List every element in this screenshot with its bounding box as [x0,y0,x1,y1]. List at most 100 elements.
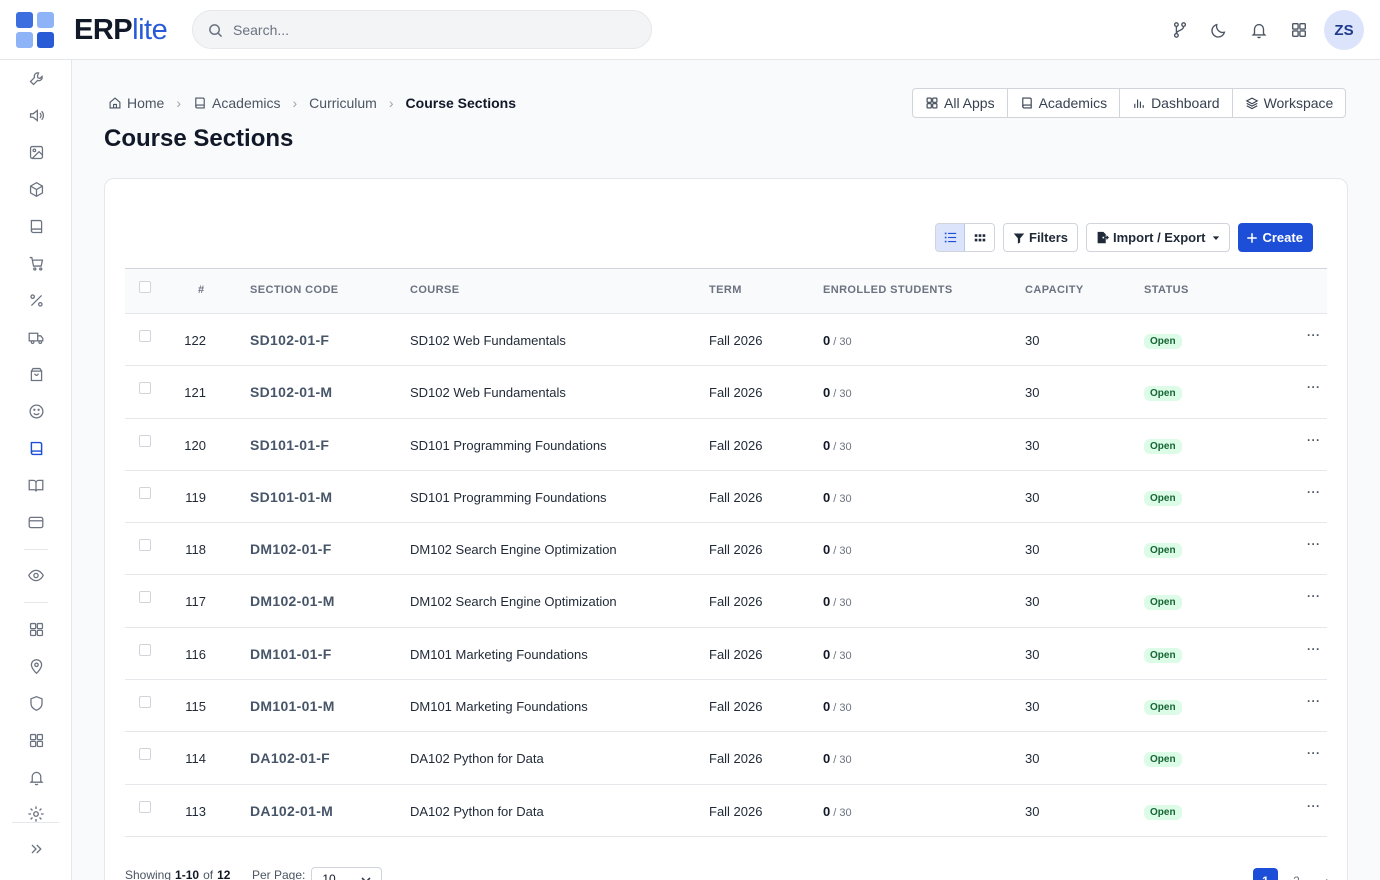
row-actions-button[interactable]: ··· [1307,642,1321,656]
create-button[interactable]: Create [1238,223,1313,252]
row-checkbox[interactable] [139,486,151,499]
row-checkbox[interactable] [139,800,151,813]
row-checkbox[interactable] [139,539,151,552]
eye-icon[interactable] [26,565,46,585]
grid-icon[interactable] [1288,19,1310,41]
column-header-enrolled-students[interactable]: ENROLLED STUDENTS [823,284,953,296]
row-actions-button[interactable]: ··· [1307,694,1321,708]
row-actions-button[interactable]: ··· [1307,380,1321,394]
section-code-link[interactable]: DM102-01-M [250,593,335,609]
book-open-icon[interactable] [26,475,46,495]
git-branch-icon[interactable] [1169,19,1191,41]
showing-total: 12 [217,868,231,880]
section-code-link[interactable]: DM101-01-F [250,646,332,662]
row-actions-button[interactable]: ··· [1307,433,1321,447]
search-input[interactable] [233,20,633,40]
row-actions-button[interactable]: ··· [1307,746,1321,760]
apps-2-icon[interactable] [26,730,46,750]
page-2-button[interactable]: 2 [1284,868,1309,880]
column-header-term[interactable]: TERM [709,284,742,296]
location-pin-icon[interactable] [26,656,46,676]
brand-name[interactable]: ERPlite [74,14,168,47]
section-code-link[interactable]: SD102-01-M [250,384,332,400]
column-header-capacity[interactable]: CAPACITY [1025,284,1084,296]
row-checkbox[interactable] [139,591,151,604]
table-row[interactable]: 117 DM102-01-M DM102 Search Engine Optimiz… [125,575,1327,628]
section-code-link[interactable]: DM102-01-F [250,541,332,557]
row-actions-button[interactable]: ··· [1307,328,1321,342]
grid-view-button[interactable] [965,224,994,251]
section-code-link[interactable]: DA102-01-M [250,803,333,819]
next-page-button[interactable]: › [1315,868,1340,880]
list-view-button[interactable] [936,224,965,251]
bell-icon[interactable] [26,767,46,787]
column-header-id[interactable]: # [198,284,205,296]
table-row[interactable]: 120 SD101-01-F SD101 Programming Foundatio… [125,418,1327,471]
table-row[interactable]: 118 DM102-01-F DM102 Search Engine Optimiz… [125,523,1327,576]
image-icon[interactable] [26,142,46,162]
row-actions-button[interactable]: ··· [1307,799,1321,813]
table-row[interactable]: 113 DA102-01-M DA102 Python for Data Fall 2… [125,784,1327,837]
table-row[interactable]: 122 SD102-01-F SD102 Web Fundamentals Fall … [125,314,1327,367]
page-1-button[interactable]: 1 [1253,868,1278,880]
bell-icon[interactable] [1248,19,1270,41]
section-code-link[interactable]: DA102-01-F [250,750,330,766]
search-box[interactable] [192,10,652,49]
section-code-link[interactable]: SD101-01-F [250,437,329,453]
book-icon[interactable] [26,216,46,236]
logo-icon[interactable] [16,12,54,48]
row-actions-button[interactable]: ··· [1307,537,1321,551]
table-row[interactable]: 115 DM101-01-M DM101 Marketing Foundations… [125,680,1327,733]
apps-icon[interactable] [26,619,46,639]
chevrons-right-icon[interactable] [26,839,46,859]
book-active-icon[interactable] [26,438,46,458]
credit-card-icon[interactable] [26,512,46,532]
shield-icon[interactable] [26,693,46,713]
per-page-select[interactable]: 10 [311,867,383,880]
course-name: DM102 Search Engine Optimization [410,542,617,558]
breadcrumb-academics[interactable]: Academics [193,95,281,111]
moon-icon[interactable] [1208,19,1230,41]
megaphone-icon[interactable] [26,105,46,125]
section-code-link[interactable]: SD101-01-M [250,489,332,505]
column-header-section-code[interactable]: SECTION CODE [250,284,339,296]
column-header-status[interactable]: STATUS [1144,284,1189,296]
section-code-link[interactable]: DM101-01-M [250,698,335,714]
app-switch-all-apps[interactable]: All Apps [913,89,1008,117]
percent-icon[interactable] [26,290,46,310]
enrolled-capacity: / 30 [830,492,852,505]
row-checkbox[interactable] [139,434,151,447]
gear-icon[interactable] [26,804,46,824]
table-header: # SECTION CODE COURSE TERM ENROLLED STUD… [125,268,1327,314]
row-id: 115 [185,699,206,715]
bag-icon[interactable] [26,364,46,384]
section-code-link[interactable]: SD102-01-F [250,332,329,348]
wrench-icon[interactable] [26,68,46,88]
row-checkbox[interactable] [139,643,151,656]
row-checkbox[interactable] [139,382,151,395]
row-actions-button[interactable]: ··· [1307,485,1321,499]
app-switch-dashboard[interactable]: Dashboard [1120,89,1233,117]
table-row[interactable]: 114 DA102-01-F DA102 Python for Data Fall 2… [125,732,1327,785]
select-all-checkbox[interactable] [139,281,151,293]
filters-button[interactable]: Filters [1003,223,1079,252]
cart-icon[interactable] [26,253,46,273]
smile-icon[interactable] [26,401,46,421]
table-row[interactable]: 116 DM101-01-F DM101 Marketing Foundations… [125,627,1327,681]
table-row[interactable]: 121 SD102-01-M SD102 Web Fundamentals Fall … [125,366,1327,419]
row-checkbox[interactable] [139,696,151,709]
box-icon[interactable] [26,179,46,199]
import-export-button[interactable]: Import / Export [1086,223,1231,252]
row-checkbox[interactable] [139,748,151,761]
truck-icon[interactable] [26,327,46,347]
app-switch-workspace[interactable]: Workspace [1233,89,1346,117]
column-header-course[interactable]: COURSE [410,284,459,296]
table-row[interactable]: 119 SD101-01-M SD101 Programming Foundatio… [125,470,1327,524]
breadcrumb-home[interactable]: Home [108,95,164,111]
row-checkbox[interactable] [139,330,151,342]
avatar[interactable]: ZS [1324,10,1364,50]
app-switch-academics[interactable]: Academics [1008,89,1121,117]
row-actions-button[interactable]: ··· [1307,589,1321,603]
breadcrumb-curriculum[interactable]: Curriculum [309,95,377,111]
breadcrumb-separator: › [292,95,298,111]
